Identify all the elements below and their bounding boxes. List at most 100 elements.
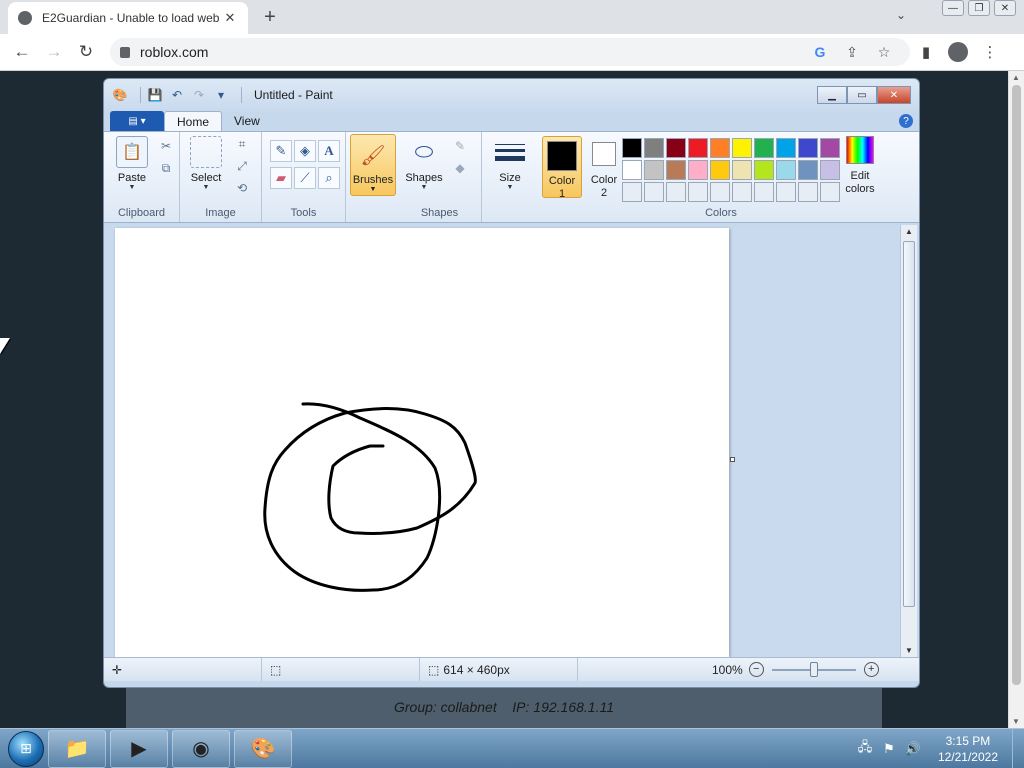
drawing-canvas[interactable] — [115, 228, 729, 657]
zoom-in-icon[interactable]: + — [863, 662, 879, 677]
edit-colors-button[interactable]: Edit colors — [840, 136, 880, 196]
palette-swatch[interactable] — [776, 182, 796, 202]
brushes-button[interactable]: 🖌 Brushes ▼ — [350, 134, 396, 196]
palette-swatch[interactable] — [820, 138, 840, 158]
scroll-up-icon[interactable]: ▲ — [905, 227, 913, 236]
resize-icon[interactable]: ⤢ — [234, 158, 250, 174]
help-icon[interactable]: ? — [899, 114, 913, 128]
paint-menu-button[interactable]: ▤ ▾ — [110, 111, 164, 131]
palette-swatch[interactable] — [776, 138, 796, 158]
color-picker-icon[interactable]: ⟋ — [294, 167, 316, 189]
palette-swatch[interactable] — [644, 182, 664, 202]
google-lens-icon[interactable]: G — [804, 44, 836, 60]
taskbar-explorer[interactable]: 📁 — [48, 729, 106, 768]
crop-icon[interactable]: ⌗ — [234, 136, 250, 152]
paint-maximize-button[interactable]: ▭ — [847, 86, 877, 104]
forward-button[interactable]: → — [38, 42, 70, 62]
palette-swatch[interactable] — [732, 160, 752, 180]
rotate-icon[interactable]: ⟲ — [234, 180, 250, 196]
select-button[interactable]: Select ▼ — [184, 136, 228, 191]
outline-icon[interactable]: ✎ — [452, 138, 468, 154]
palette-swatch[interactable] — [688, 138, 708, 158]
canvas-resize-handle[interactable] — [730, 457, 735, 462]
paint-app-icon[interactable]: 🎨 — [112, 87, 128, 103]
palette-swatch[interactable] — [798, 182, 818, 202]
profile-avatar[interactable] — [948, 42, 968, 62]
palette-swatch[interactable] — [644, 160, 664, 180]
start-button[interactable]: ⊞ — [8, 730, 44, 767]
browser-tab[interactable]: E2Guardian - Unable to load web ✕ — [8, 2, 248, 34]
side-panel-icon[interactable]: ▮ — [910, 43, 942, 61]
paint-close-button[interactable]: ✕ — [877, 86, 911, 104]
scroll-up-icon[interactable]: ▲ — [1012, 73, 1020, 82]
palette-swatch[interactable] — [776, 160, 796, 180]
canvas-scrollbar[interactable]: ▲ ▼ — [900, 225, 917, 657]
zoom-slider-knob[interactable] — [809, 661, 818, 677]
palette-swatch[interactable] — [688, 182, 708, 202]
zoom-out-icon[interactable]: − — [748, 662, 764, 677]
minimize-button[interactable]: — — [942, 0, 964, 16]
network-icon[interactable]: 🖧 — [856, 738, 874, 760]
palette-swatch[interactable] — [710, 138, 730, 158]
size-button[interactable]: Size ▼ — [488, 136, 532, 191]
palette-swatch[interactable] — [622, 138, 642, 158]
shapes-button[interactable]: ⬭ Shapes ▼ — [402, 136, 446, 191]
tab-search-chevron-icon[interactable]: ⌄ — [896, 8, 906, 22]
palette-swatch[interactable] — [820, 160, 840, 180]
volume-icon[interactable]: 🔊 — [904, 741, 922, 757]
lock-icon[interactable] — [120, 46, 130, 58]
palette-swatch[interactable] — [622, 182, 642, 202]
palette-swatch[interactable] — [710, 182, 730, 202]
cut-icon[interactable]: ✂ — [158, 138, 174, 154]
page-scrollbar[interactable]: ▲ ▼ — [1008, 71, 1024, 728]
action-center-icon[interactable]: ⚑ — [880, 741, 898, 757]
zoom-slider[interactable] — [771, 661, 856, 677]
palette-swatch[interactable] — [710, 160, 730, 180]
redo-icon[interactable]: ↷ — [191, 87, 207, 103]
tab-home[interactable]: Home — [164, 111, 223, 131]
text-tool-icon[interactable]: A — [318, 140, 340, 162]
show-desktop-button[interactable] — [1012, 728, 1024, 768]
taskbar-paint[interactable]: 🎨 — [234, 729, 292, 768]
pencil-icon[interactable]: ✎ — [270, 140, 292, 162]
palette-swatch[interactable] — [798, 160, 818, 180]
palette-swatch[interactable] — [688, 160, 708, 180]
back-button[interactable]: ← — [6, 42, 38, 62]
paint-minimize-button[interactable]: ▁ — [817, 86, 847, 104]
save-icon[interactable]: 💾 — [147, 87, 163, 103]
customize-quick-access-icon[interactable]: ▾ — [213, 87, 229, 103]
tab-close-icon[interactable]: ✕ — [222, 10, 238, 26]
scroll-down-icon[interactable]: ▼ — [1012, 717, 1020, 726]
restore-button[interactable]: ❐ — [968, 0, 990, 16]
taskbar-chrome[interactable]: ◉ — [172, 729, 230, 768]
undo-icon[interactable]: ↶ — [169, 87, 185, 103]
color2-button[interactable]: Color 2 — [584, 136, 624, 200]
palette-swatch[interactable] — [820, 182, 840, 202]
palette-swatch[interactable] — [644, 138, 664, 158]
scroll-down-icon[interactable]: ▼ — [905, 646, 913, 655]
canvas-scroll-thumb[interactable] — [903, 241, 915, 607]
close-button[interactable]: ✕ — [994, 0, 1016, 16]
magnifier-icon[interactable]: ⌕ — [318, 167, 340, 189]
copy-icon[interactable]: ⧉ — [158, 160, 174, 176]
url-text[interactable]: roblox.com — [140, 44, 804, 60]
menu-kebab-icon[interactable]: ⋮ — [974, 43, 1006, 61]
address-bar[interactable]: roblox.com G ⇪ ☆ — [110, 38, 910, 66]
share-icon[interactable]: ⇪ — [836, 44, 868, 61]
reload-button[interactable]: ↻ — [70, 42, 102, 62]
fill-bucket-icon[interactable]: ◈ — [294, 140, 316, 162]
bookmark-star-icon[interactable]: ☆ — [868, 44, 900, 61]
palette-swatch[interactable] — [754, 138, 774, 158]
page-scroll-thumb[interactable] — [1012, 85, 1021, 685]
eraser-icon[interactable]: ▰ — [270, 167, 292, 189]
palette-swatch[interactable] — [622, 160, 642, 180]
color1-button[interactable]: Color 1 — [542, 136, 582, 200]
tab-view[interactable]: View — [222, 111, 272, 131]
palette-swatch[interactable] — [732, 138, 752, 158]
palette-swatch[interactable] — [666, 182, 686, 202]
palette-swatch[interactable] — [732, 182, 752, 202]
paste-button[interactable]: 📋 Paste ▼ — [110, 136, 154, 191]
taskbar-media-player[interactable]: ▶ — [110, 729, 168, 768]
fill-icon[interactable]: ◆ — [452, 160, 468, 176]
palette-swatch[interactable] — [754, 182, 774, 202]
